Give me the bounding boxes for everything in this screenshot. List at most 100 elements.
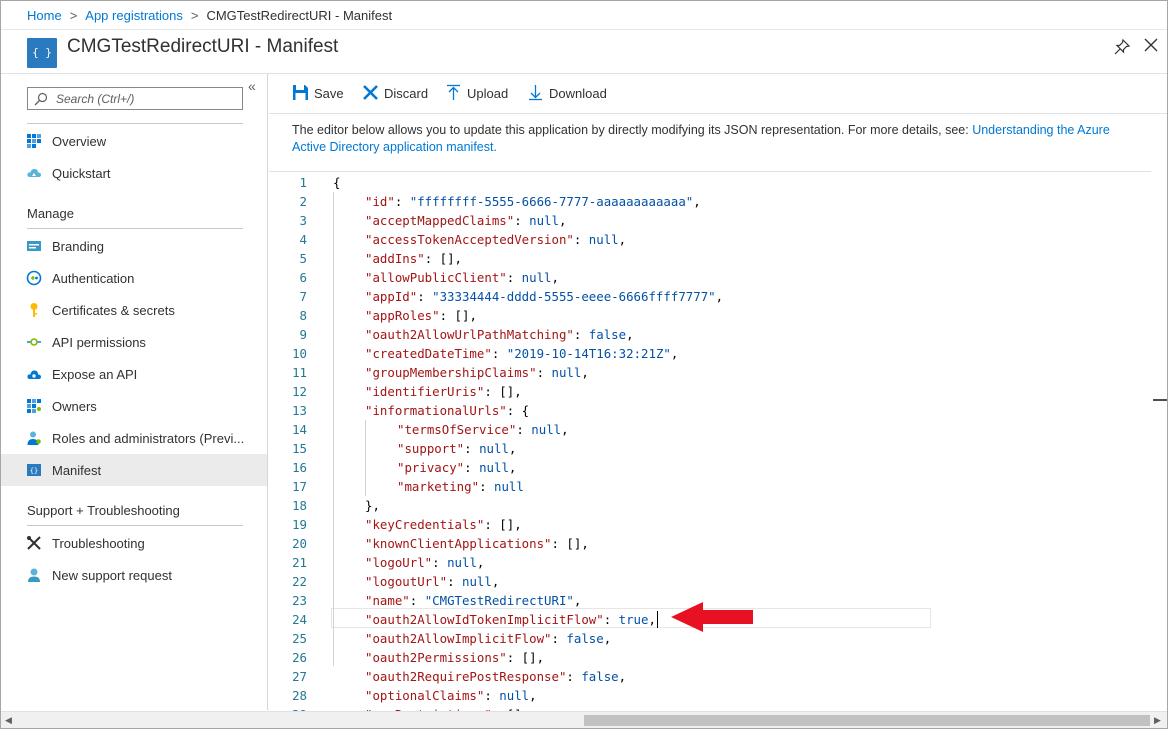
code-line[interactable]: 15 "support": null, — [269, 439, 1149, 458]
search-input[interactable] — [56, 90, 236, 107]
json-key: "oauth2AllowImplicitFlow" — [365, 631, 552, 646]
svg-text:{}: {} — [30, 467, 38, 475]
code-line[interactable]: 11 "groupMembershipClaims": null, — [269, 363, 1149, 382]
sidebar-item-expose-api[interactable]: Expose an API — [1, 358, 267, 390]
json-punctuation: , — [618, 669, 627, 684]
sidebar-item-quickstart[interactable]: Quickstart — [1, 157, 267, 189]
code-line[interactable]: 7 "appId": "33334444-dddd-5555-eeee-6666f… — [269, 287, 1149, 306]
cloud-quickstart-icon — [27, 169, 41, 177]
code-line[interactable]: 2 "id": "ffffffff-5555-6666-7777-aaaaaaaa… — [269, 192, 1149, 211]
branding-icon — [27, 241, 41, 251]
code-line[interactable]: 1{ — [269, 173, 1149, 192]
sidebar-item-api-permissions[interactable]: API permissions — [1, 326, 267, 358]
breadcrumb-home-link[interactable]: Home — [27, 8, 62, 23]
json-value: false — [581, 669, 619, 684]
code-line[interactable]: 27 "oauth2RequirePostResponse": false, — [269, 667, 1149, 686]
json-value: null — [521, 270, 552, 285]
json-value: null — [479, 460, 509, 475]
line-content: "logoutUrl": null, — [365, 574, 500, 589]
sidebar-item-manifest[interactable]: {} Manifest — [1, 454, 267, 486]
editor-vertical-scrollbar[interactable] — [1151, 171, 1167, 711]
code-line[interactable]: 5 "addIns": [], — [269, 249, 1149, 268]
scroll-right-arrow-icon[interactable]: ▶ — [1154, 715, 1161, 726]
code-line[interactable]: 9 "oauth2AllowUrlPathMatching": false, — [269, 325, 1149, 344]
code-line[interactable]: 18}, — [269, 496, 1149, 515]
sidebar-divider — [27, 123, 243, 124]
json-value: null — [499, 688, 530, 703]
code-line[interactable]: 17 "marketing": null — [269, 477, 1149, 496]
line-number: 13 — [292, 403, 307, 418]
save-button[interactable]: Save — [292, 83, 348, 105]
discard-button[interactable]: Discard — [362, 83, 432, 105]
breadcrumb-app-registrations-link[interactable]: App registrations — [85, 8, 183, 23]
json-punctuation: , — [603, 631, 612, 646]
code-line[interactable]: 19 "keyCredentials": [], — [269, 515, 1149, 534]
json-punctuation: , — [626, 327, 634, 342]
code-line[interactable]: 28 "optionalClaims": null, — [269, 686, 1149, 705]
sidebar-item-troubleshooting[interactable]: Troubleshooting — [1, 527, 267, 559]
sidebar-item-label: Expose an API — [52, 367, 138, 382]
json-punctuation: { — [333, 175, 341, 190]
json-value: "ffffffff-5555-6666-7777-aaaaaaaaaaaa" — [409, 194, 694, 209]
code-line[interactable]: 20 "knownClientApplications": [], — [269, 534, 1149, 553]
sidebar-item-owners[interactable]: Owners — [1, 390, 267, 422]
sidebar-item-authentication[interactable]: Authentication — [1, 262, 267, 294]
sidebar-item-roles[interactable]: Roles and administrators (Previ... — [1, 422, 267, 454]
json-key: "createdDateTime" — [365, 346, 492, 361]
sidebar-item-label: Troubleshooting — [52, 536, 145, 551]
code-line[interactable]: 10 "createdDateTime": "2019-10-14T16:32:2… — [269, 344, 1149, 363]
code-line[interactable]: 21 "logoUrl": null, — [269, 553, 1149, 572]
line-number: 12 — [292, 384, 307, 399]
json-value: "2019-10-14T16:32:21Z" — [506, 346, 671, 361]
code-line[interactable]: 13 "informationalUrls": { — [269, 401, 1149, 420]
manifest-icon: {} — [27, 464, 41, 476]
line-number: 7 — [299, 289, 307, 304]
code-line[interactable]: 4 "accessTokenAcceptedVersion": null, — [269, 230, 1149, 249]
json-key: "identifierUris" — [365, 384, 485, 399]
json-punctuation: , — [693, 194, 701, 209]
code-line[interactable]: 22 "logoutUrl": null, — [269, 572, 1149, 591]
code-line[interactable]: 26 "oauth2Permissions": [], — [269, 648, 1149, 667]
sidebar-item-branding[interactable]: Branding — [1, 230, 267, 262]
download-button[interactable]: Download — [527, 83, 611, 105]
line-number: 3 — [299, 213, 307, 228]
authentication-icon — [26, 270, 42, 286]
json-key: "logoutUrl" — [365, 574, 448, 589]
support-section-label: Support + Troubleshooting — [27, 503, 180, 518]
upload-button[interactable]: Upload — [445, 83, 509, 105]
wrench-icon — [27, 536, 41, 550]
sidebar: « Overview Quickstart Man — [1, 74, 268, 710]
line-content: "keyCredentials": [], — [365, 517, 522, 532]
code-line[interactable]: 3 "acceptMappedClaims": null, — [269, 211, 1149, 230]
line-number: 14 — [292, 422, 307, 437]
code-line[interactable]: 8 "appRoles": [], — [269, 306, 1149, 325]
json-value: "CMGTestRedirectURI" — [424, 593, 574, 608]
json-punctuation: , — [476, 555, 485, 570]
horizontal-scrollbar[interactable]: ◀ ▶ — [1, 711, 1167, 728]
line-content: { — [333, 173, 340, 192]
json-value: null — [479, 441, 509, 456]
scroll-left-arrow-icon[interactable]: ◀ — [5, 715, 12, 726]
code-line[interactable]: 16 "privacy": null, — [269, 458, 1149, 477]
code-line[interactable]: 12 "identifierUris": [], — [269, 382, 1149, 401]
pin-icon[interactable] — [1113, 38, 1131, 56]
sidebar-item-new-support-request[interactable]: New support request — [1, 559, 267, 591]
line-number: 20 — [292, 536, 307, 551]
json-value: null — [531, 422, 562, 437]
line-content: "addIns": [], — [365, 251, 462, 266]
line-content: "oauth2AllowUrlPathMatching": false, — [365, 327, 634, 342]
code-line[interactable]: 14 "termsOfService": null, — [269, 420, 1149, 439]
scrollbar-thumb[interactable] — [584, 715, 1150, 726]
manage-section-label: Manage — [27, 206, 74, 221]
json-key: "keyCredentials" — [365, 517, 485, 532]
json-punctuation: , — [491, 574, 500, 589]
collapse-sidebar-button[interactable]: « — [248, 78, 256, 94]
close-icon[interactable] — [1142, 36, 1160, 54]
sidebar-item-overview[interactable]: Overview — [1, 125, 267, 157]
download-arrow-icon — [529, 85, 542, 101]
save-label: Save — [314, 86, 344, 101]
sidebar-search[interactable] — [27, 87, 243, 110]
line-content: "privacy": null, — [397, 460, 517, 475]
code-line[interactable]: 6 "allowPublicClient": null, — [269, 268, 1149, 287]
sidebar-item-certificates[interactable]: Certificates & secrets — [1, 294, 267, 326]
